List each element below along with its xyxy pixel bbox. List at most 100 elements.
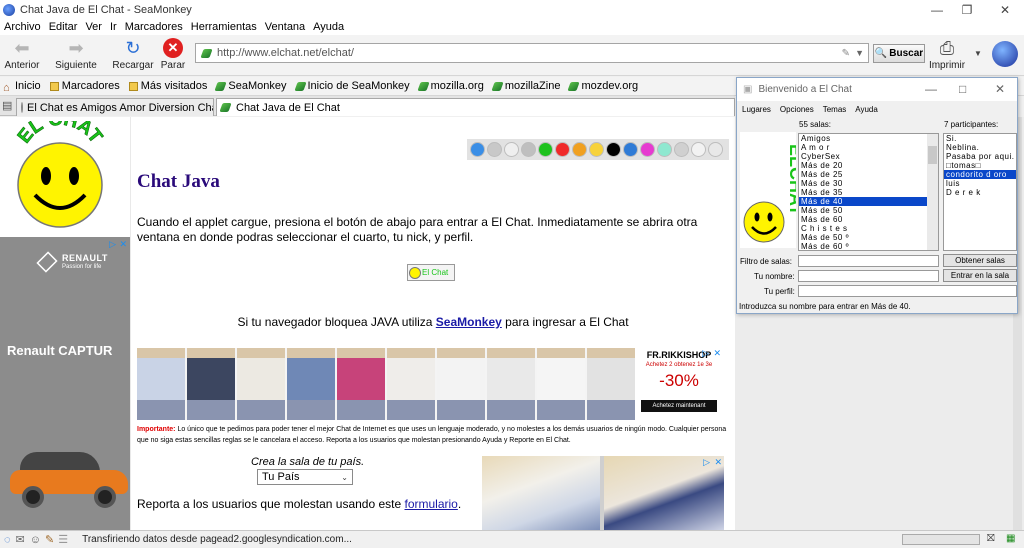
url-dropdown-icon[interactable]: ▼ xyxy=(855,48,864,58)
room-item[interactable]: Más de 50 º xyxy=(799,233,938,242)
navigator-icon[interactable]: ◌ xyxy=(4,534,11,546)
clothing-photo[interactable] xyxy=(287,348,335,420)
room-item[interactable]: Más de 30 xyxy=(799,179,938,188)
minimize-button[interactable]: — xyxy=(920,0,954,19)
color-dot[interactable] xyxy=(674,142,689,157)
ad-close-icon[interactable]: ✕ xyxy=(713,348,721,359)
ad-choices-icon[interactable]: ▷ xyxy=(703,457,710,468)
room-item[interactable]: Más de 35 xyxy=(799,188,938,197)
nickname-input[interactable] xyxy=(798,270,939,282)
bookmark-seamonkey[interactable]: SeaMonkey xyxy=(214,80,287,92)
stop-button[interactable]: ✕ Parar xyxy=(151,37,195,71)
seamonkey-link[interactable]: SeaMonkey xyxy=(436,315,502,329)
room-item[interactable]: Más de 60 xyxy=(799,215,938,224)
participant-item[interactable]: luis xyxy=(944,179,1016,188)
el-chat-logo[interactable]: EL CHAT xyxy=(10,121,110,229)
clothing-photo[interactable] xyxy=(137,348,185,420)
composer-icon[interactable]: ✎ xyxy=(45,533,54,546)
print-button[interactable]: ⎙ Imprimir xyxy=(925,37,969,72)
bookmark-mas-visitados[interactable]: Más visitados xyxy=(128,80,207,92)
color-dot[interactable] xyxy=(538,142,553,157)
room-item[interactable]: Más de 50 xyxy=(799,206,938,215)
rooms-list[interactable]: Amigos A m o r CyberSex Más de 20 Más de 25 M… xyxy=(798,133,939,251)
java-maximize-button[interactable]: □ xyxy=(959,82,966,96)
print-dropdown-icon[interactable]: ▼ xyxy=(974,49,982,58)
color-dot[interactable] xyxy=(487,142,502,157)
java-menu-lugares[interactable]: Lugares xyxy=(742,105,771,114)
ad-cta-button[interactable]: Achetez maintenant xyxy=(641,400,717,412)
color-dot[interactable] xyxy=(470,142,485,157)
maximize-button[interactable]: ❐ xyxy=(950,0,984,19)
participant-item[interactable]: D e r e k xyxy=(944,188,1016,197)
enter-room-button[interactable]: Entrar en la sala xyxy=(943,269,1017,282)
clothing-photo[interactable] xyxy=(237,348,285,420)
clothing-photo[interactable] xyxy=(387,348,435,420)
search-button[interactable]: 🔍 Buscar xyxy=(873,44,925,63)
java-close-button[interactable]: ✕ xyxy=(995,82,1005,96)
tab-el-chat-amigos[interactable]: El Chat es Amigos Amor Diversion Charl..… xyxy=(16,98,214,116)
report-form-link[interactable]: formulario xyxy=(405,497,458,511)
room-filter-input[interactable] xyxy=(798,255,939,267)
room-item[interactable]: Más de 25 xyxy=(799,170,938,179)
room-item[interactable]: Más de 40 xyxy=(799,197,938,206)
clothing-photo[interactable] xyxy=(487,348,535,420)
color-dot[interactable] xyxy=(623,142,638,157)
bookmark-mozilla-org[interactable]: mozilla.org xyxy=(416,80,484,92)
color-dot[interactable] xyxy=(589,142,604,157)
clothing-photo[interactable] xyxy=(337,348,385,420)
room-item[interactable]: CyberSex xyxy=(799,152,938,161)
menu-marcadores[interactable]: Marcadores xyxy=(125,21,183,33)
back-button[interactable]: ⬅ Anterior xyxy=(0,37,44,72)
menu-ver[interactable]: Ver xyxy=(85,21,102,33)
room-item[interactable]: Amigos xyxy=(799,134,938,143)
url-input[interactable] xyxy=(217,47,817,59)
menu-herramientas[interactable]: Herramientas xyxy=(191,21,257,33)
forward-button[interactable]: ➡ Siguiente xyxy=(54,37,98,72)
ad-close-icon[interactable]: ✕ xyxy=(119,239,127,250)
menu-ir[interactable]: Ir xyxy=(110,21,117,33)
rooms-scrollbar[interactable] xyxy=(927,134,938,250)
room-item[interactable]: A m o r xyxy=(799,143,938,152)
participant-item[interactable]: □tomas□ xyxy=(944,161,1016,170)
java-menu-opciones[interactable]: Opciones xyxy=(780,105,814,114)
mail-icon[interactable]: ✉ xyxy=(16,533,25,546)
room-item[interactable]: Más de 20 xyxy=(799,161,938,170)
tab-list-icon[interactable]: ▤ xyxy=(2,99,12,112)
ad-close-icon[interactable]: ✕ xyxy=(714,457,722,468)
java-menu-temas[interactable]: Temas xyxy=(823,105,847,114)
color-dot[interactable] xyxy=(521,142,536,157)
url-bar[interactable]: ✎ ▼ xyxy=(195,43,869,63)
ad-choices-icon[interactable]: ▷ xyxy=(702,348,709,359)
renault-ad[interactable]: ▷ ✕ RENAULT Passion for life Renault CAP… xyxy=(0,237,130,530)
clothing-photo[interactable] xyxy=(537,348,585,420)
menu-ventana[interactable]: Ventana xyxy=(265,21,305,33)
bookmark-page-icon[interactable]: ✎ xyxy=(842,48,850,59)
tab-chat-java[interactable]: Chat Java de El Chat xyxy=(216,98,735,116)
chat-icon[interactable]: ☺ xyxy=(30,534,41,546)
menu-ayuda[interactable]: Ayuda xyxy=(313,21,344,33)
bookmark-inicio[interactable]: ⌂ Inicio xyxy=(3,80,41,94)
ad-choices-icon[interactable]: ▷ xyxy=(109,239,116,250)
profile-input[interactable] xyxy=(798,285,1017,297)
color-dot[interactable] xyxy=(504,142,519,157)
color-dot[interactable] xyxy=(708,142,723,157)
participant-item[interactable]: Neblina. xyxy=(944,143,1016,152)
participant-item[interactable]: Si. xyxy=(944,134,1016,143)
java-minimize-button[interactable]: — xyxy=(925,82,937,96)
room-item[interactable]: C h i s t e s xyxy=(799,224,938,233)
color-dot[interactable] xyxy=(691,142,706,157)
enter-chat-button[interactable]: El Chat xyxy=(407,264,455,281)
color-dot[interactable] xyxy=(640,142,655,157)
addressbook-icon[interactable]: ☰ xyxy=(58,533,68,546)
bookmark-marcadores[interactable]: Marcadores xyxy=(49,80,120,92)
clothing-photo[interactable] xyxy=(587,348,635,420)
participants-list[interactable]: Si. Neblina. Pasaba por aqui. □tomas□ condor… xyxy=(943,133,1017,251)
bookmark-mozillazine[interactable]: mozillaZine xyxy=(491,80,560,92)
country-select[interactable]: Tu País ⌄ xyxy=(257,469,353,485)
reload-button[interactable]: ↻ Recargar xyxy=(111,37,155,72)
participant-item[interactable]: Pasaba por aqui. xyxy=(944,152,1016,161)
clothing-photo[interactable] xyxy=(437,348,485,420)
room-item[interactable]: Más de 60 º xyxy=(799,242,938,250)
clothing-photo[interactable] xyxy=(187,348,235,420)
java-menu-ayuda[interactable]: Ayuda xyxy=(855,105,878,114)
